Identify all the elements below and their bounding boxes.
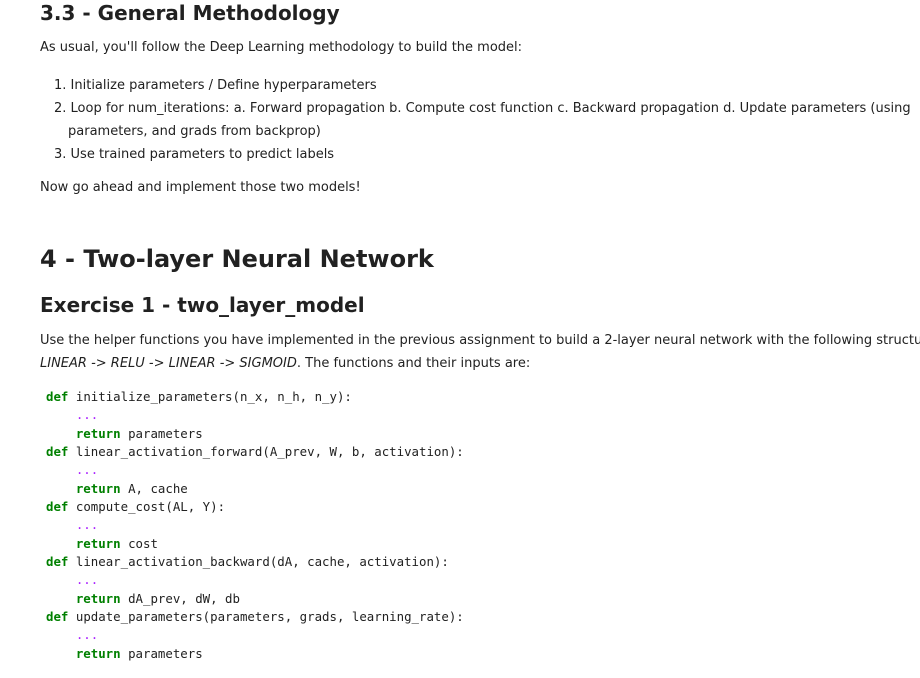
exercise-intro-line-2-rest: . The functions and their inputs are: [296, 356, 531, 371]
def-keyword: def [46, 553, 69, 569]
code-line-def: def initialize_parameters(n_x, n_h, n_y)… [46, 388, 464, 406]
ellipsis: ... [75, 407, 99, 423]
def-keyword: def [46, 498, 69, 514]
return-value: parameters [128, 425, 203, 441]
code-line-ellipsis: ... [46, 571, 464, 589]
def-keyword: def [46, 443, 69, 459]
methodology-intro: As usual, you'll follow the Deep Learnin… [40, 40, 523, 55]
function-signature: initialize_parameters(n_x, n_h, n_y): [75, 389, 352, 404]
code-line-ellipsis: ... [46, 516, 464, 534]
function-signature: compute_cost(AL, Y): [75, 498, 226, 514]
code-line-return: return parameters [46, 425, 464, 443]
code-line-ellipsis: ... [46, 406, 464, 424]
return-keyword: return [75, 590, 121, 606]
methodology-step-1: 1. Initialize parameters / Define hyperp… [54, 78, 377, 93]
function-signature: linear_activation_forward(A_prev, W, b, … [75, 443, 464, 459]
section-heading-two-layer-network: 4 - Two-layer Neural Network [40, 245, 434, 273]
code-line-return: return parameters [46, 645, 464, 663]
return-keyword: return [75, 535, 121, 551]
methodology-steps-list: 1. Initialize parameters / Define hyperp… [54, 74, 911, 166]
return-value: dA_prev, dW, db [128, 590, 240, 606]
def-keyword: def [46, 608, 69, 624]
code-block: def initialize_parameters(n_x, n_h, n_y)… [46, 388, 464, 663]
ellipsis: ... [75, 462, 99, 478]
exercise-heading: Exercise 1 - two_layer_model [40, 293, 365, 317]
exercise-intro-line-1: Use the helper functions you have implem… [40, 333, 920, 348]
code-line-return: return A, cache [46, 480, 464, 498]
notebook-page: 3.3 - General Methodology As usual, you'… [0, 0, 920, 678]
exercise-intro-line-2: LINEAR -> RELU -> LINEAR -> SIGMOID. The… [40, 355, 530, 373]
code-line-ellipsis: ... [46, 461, 464, 479]
code-line-def: def compute_cost(AL, Y): [46, 498, 464, 516]
section-heading-general-methodology: 3.3 - General Methodology [40, 1, 340, 25]
return-value: cost [128, 535, 158, 551]
ellipsis: ... [75, 517, 99, 533]
return-keyword: return [75, 645, 121, 661]
def-keyword: def [46, 389, 69, 404]
methodology-step-2: 2. Loop for num_iterations: a. Forward p… [54, 101, 911, 116]
ellipsis: ... [75, 627, 99, 643]
code-line-def: def linear_activation_backward(dA, cache… [46, 553, 464, 571]
code-line-return: return dA_prev, dW, db [46, 590, 464, 608]
code-line-ellipsis: ... [46, 626, 464, 644]
function-signature: linear_activation_backward(dA, cache, ac… [75, 553, 449, 569]
code-line-return: return cost [46, 535, 464, 553]
code-line-def: def linear_activation_forward(A_prev, W,… [46, 443, 464, 461]
function-signature: update_parameters(parameters, grads, lea… [75, 608, 464, 624]
network-structure-text: LINEAR -> RELU -> LINEAR -> SIGMOID [40, 356, 297, 371]
methodology-outro: Now go ahead and implement those two mod… [40, 180, 361, 195]
ellipsis: ... [75, 572, 99, 588]
return-keyword: return [75, 425, 121, 441]
code-line-def: def update_parameters(parameters, grads,… [46, 608, 464, 626]
return-value: parameters [128, 645, 203, 661]
return-keyword: return [75, 480, 121, 496]
methodology-step-3: 3. Use trained parameters to predict lab… [54, 147, 335, 162]
methodology-step-2-continued: parameters, and grads from backprop) [68, 124, 321, 139]
return-value: A, cache [128, 480, 188, 496]
